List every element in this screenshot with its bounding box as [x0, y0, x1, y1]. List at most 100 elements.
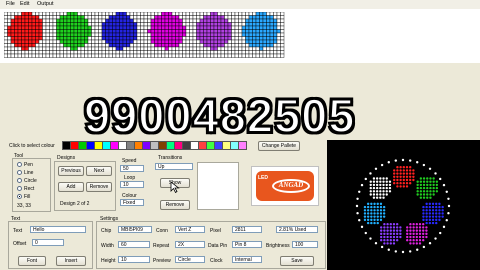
led-cell[interactable] — [17, 43, 22, 48]
led-cell[interactable] — [24, 50, 29, 55]
led-cell[interactable] — [241, 18, 246, 23]
led-cell[interactable] — [217, 22, 222, 27]
led-cell[interactable] — [157, 53, 162, 58]
led-cell[interactable] — [199, 18, 204, 23]
led-cell[interactable] — [231, 43, 236, 48]
led-cell[interactable] — [21, 25, 26, 30]
led-cell[interactable] — [35, 36, 40, 41]
led-cell[interactable] — [31, 22, 36, 27]
led-cell[interactable] — [84, 25, 89, 30]
led-cell[interactable] — [234, 18, 239, 23]
led-cell[interactable] — [70, 43, 75, 48]
led-cell[interactable] — [147, 15, 152, 20]
led-cell[interactable] — [217, 29, 222, 34]
led-cell[interactable] — [10, 32, 15, 37]
led-cell[interactable] — [154, 36, 159, 41]
led-cell[interactable] — [161, 18, 166, 23]
led-cell[interactable] — [35, 43, 40, 48]
led-cell[interactable] — [161, 53, 166, 58]
led-cell[interactable] — [91, 43, 96, 48]
led-cell[interactable] — [63, 39, 68, 44]
led-cell[interactable] — [189, 15, 194, 20]
led-cell[interactable] — [80, 29, 85, 34]
led-cell[interactable] — [150, 12, 155, 16]
led-cell[interactable] — [241, 53, 246, 58]
led-cell[interactable] — [220, 29, 225, 34]
led-cell[interactable] — [185, 32, 190, 37]
led-cell[interactable] — [245, 43, 250, 48]
led-cell[interactable] — [241, 12, 246, 16]
led-cell[interactable] — [14, 50, 19, 55]
led-cell[interactable] — [17, 46, 22, 51]
led-cell[interactable] — [84, 39, 89, 44]
led-cell[interactable] — [252, 22, 257, 27]
led-cell[interactable] — [45, 12, 50, 16]
led-cell[interactable] — [73, 43, 78, 48]
led-cell[interactable] — [217, 36, 222, 41]
led-cell[interactable] — [94, 12, 99, 16]
led-cell[interactable] — [217, 39, 222, 44]
led-cell[interactable] — [192, 36, 197, 41]
led-cell[interactable] — [234, 50, 239, 55]
led-cell[interactable] — [4, 46, 8, 51]
led-cell[interactable] — [66, 15, 71, 20]
led-cell[interactable] — [7, 43, 12, 48]
led-cell[interactable] — [280, 46, 285, 51]
led-cell[interactable] — [14, 22, 19, 27]
led-cell[interactable] — [91, 53, 96, 58]
led-cell[interactable] — [231, 46, 236, 51]
led-cell[interactable] — [245, 29, 250, 34]
led-cell[interactable] — [7, 12, 12, 16]
led-cell[interactable] — [77, 32, 82, 37]
led-cell[interactable] — [21, 15, 26, 20]
led-cell[interactable] — [175, 29, 180, 34]
led-cell[interactable] — [59, 46, 64, 51]
led-cell[interactable] — [150, 32, 155, 37]
led-cell[interactable] — [108, 25, 113, 30]
led-cell[interactable] — [42, 50, 47, 55]
led-cell[interactable] — [73, 50, 78, 55]
led-cell[interactable] — [84, 12, 89, 16]
led-cell[interactable] — [126, 39, 131, 44]
led-cell[interactable] — [73, 29, 78, 34]
led-cell[interactable] — [164, 43, 169, 48]
led-cell[interactable] — [199, 46, 204, 51]
led-cell[interactable] — [266, 22, 271, 27]
led-cell[interactable] — [217, 46, 222, 51]
led-cell[interactable] — [122, 50, 127, 55]
led-cell[interactable] — [4, 22, 8, 27]
led-cell[interactable] — [52, 43, 57, 48]
led-cell[interactable] — [213, 43, 218, 48]
led-cell[interactable] — [24, 29, 29, 34]
led-cell[interactable] — [161, 32, 166, 37]
led-cell[interactable] — [14, 36, 19, 41]
led-cell[interactable] — [70, 29, 75, 34]
led-cell[interactable] — [175, 53, 180, 58]
led-cell[interactable] — [122, 53, 127, 58]
led-cell[interactable] — [98, 29, 103, 34]
led-cell[interactable] — [122, 12, 127, 16]
led-cell[interactable] — [98, 50, 103, 55]
led-cell[interactable] — [164, 36, 169, 41]
led-cell[interactable] — [147, 12, 152, 16]
led-cell[interactable] — [14, 46, 19, 51]
led-cell[interactable] — [140, 12, 145, 16]
led-cell[interactable] — [178, 15, 183, 20]
led-cell[interactable] — [38, 36, 43, 41]
led-cell[interactable] — [73, 46, 78, 51]
led-cell[interactable] — [17, 53, 22, 58]
led-cell[interactable] — [185, 15, 190, 20]
led-cell[interactable] — [255, 39, 260, 44]
led-cell[interactable] — [189, 39, 194, 44]
led-cell[interactable] — [245, 18, 250, 23]
led-cell[interactable] — [150, 18, 155, 23]
led-cell[interactable] — [280, 15, 285, 20]
led-cell[interactable] — [129, 53, 134, 58]
led-cell[interactable] — [161, 22, 166, 27]
led-cell[interactable] — [164, 18, 169, 23]
led-cell[interactable] — [196, 43, 201, 48]
led-cell[interactable] — [24, 43, 29, 48]
led-cell[interactable] — [154, 22, 159, 27]
led-cell[interactable] — [133, 43, 138, 48]
led-cell[interactable] — [49, 22, 54, 27]
